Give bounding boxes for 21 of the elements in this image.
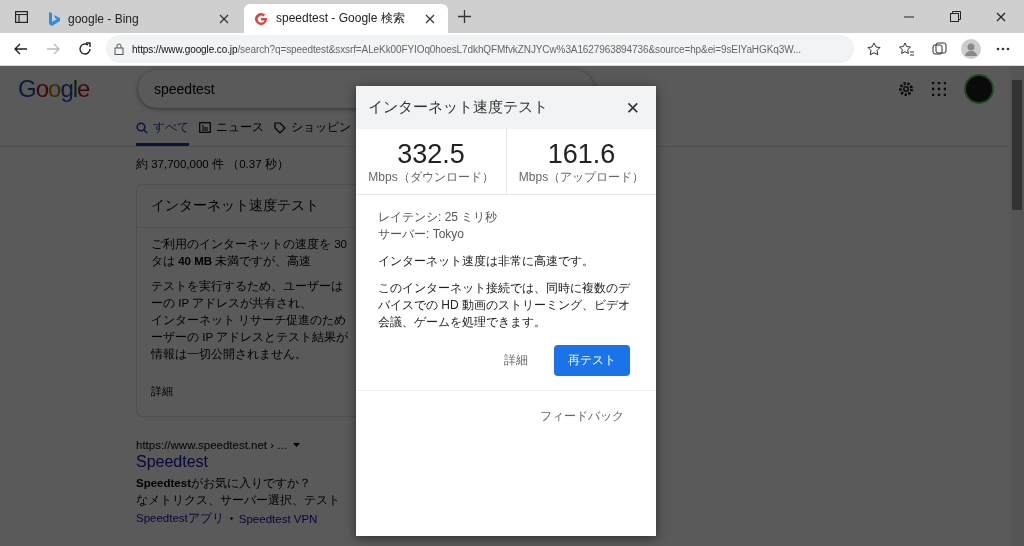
card-text: タは 40 MB 未満ですが、高速 — [151, 254, 312, 269]
card-text: ーの IP アドレスが共有され、 — [151, 296, 313, 311]
card-text: 情報は一切公開されません。 — [151, 347, 307, 362]
speed-label: Mbps（アップロード） — [518, 169, 645, 186]
result-snippet: なメトリクス、サーバー選択、テスト — [136, 493, 340, 509]
url-text: https://www.google.co.jp/search?q=speedtest&sxsrf=ALeKk00FYIOq0hoesL7dkhQFMfvkZNJYCw%3A1627963894736&source=hp&ei=9sEIYaHGKq3W... — [132, 43, 801, 55]
card-text: ご利用のインターネットの速度を 30 — [151, 237, 347, 252]
card-text: テストを実行するため、ユーザーは — [151, 279, 343, 294]
detail-text: レイテンシ: 25 ミリ秒 — [378, 209, 499, 226]
card-text: ーザーの IP アドレスとテスト結果が — [151, 330, 349, 345]
speed-label: Mbps（ダウンロード） — [368, 169, 494, 186]
speed-value: 332.5 — [397, 139, 465, 169]
description-text: このインターネット接続では、同時に複数のデバイスでの HD 動画のストリーミング、ビデオ会議、ゲームを処理できます。 — [378, 280, 631, 331]
result-url: https://www.speedtest.net › ... — [136, 439, 287, 451]
dialog-title: インターネット速度テスト — [368, 98, 548, 117]
card-text: インターネット リサーチ促進のため — [151, 313, 347, 328]
summary-text: インターネット速度は非常に高速です。 — [378, 253, 595, 270]
result-stats: 約 37,700,000 件 （0.37 秒） — [136, 157, 289, 172]
speed-value: 161.6 — [547, 139, 616, 169]
detail-text: サーバー: Tokyo — [378, 226, 465, 243]
result-snippet: Speedtestがお気に入りですか？ — [136, 476, 311, 491]
